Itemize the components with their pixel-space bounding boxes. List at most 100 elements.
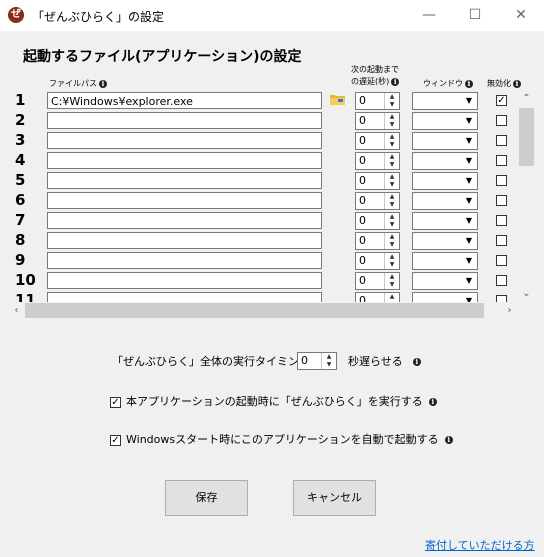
spin-down-icon[interactable]: ▼ <box>385 241 399 249</box>
chevron-down-icon[interactable]: ▼ <box>461 113 477 129</box>
info-icon[interactable]: i <box>391 77 400 86</box>
chevron-down-icon[interactable]: ▼ <box>461 133 477 149</box>
spinner-arrows[interactable]: ▲▼ <box>384 213 399 229</box>
spin-up-icon[interactable]: ▲ <box>385 253 399 261</box>
save-button[interactable]: 保存 <box>165 480 248 516</box>
window-mode-select[interactable]: ▼ <box>412 92 478 110</box>
delay-spinner[interactable]: 0 ▲▼ <box>355 132 400 150</box>
window-mode-select[interactable]: ▼ <box>412 132 478 150</box>
file-path-input[interactable] <box>47 272 322 289</box>
chevron-down-icon[interactable]: ▼ <box>461 213 477 229</box>
spin-down-icon[interactable]: ▼ <box>385 281 399 289</box>
spin-up-icon[interactable]: ▲ <box>385 213 399 221</box>
scroll-right-icon[interactable]: › <box>501 302 518 319</box>
disable-checkbox[interactable] <box>496 275 507 286</box>
disable-checkbox[interactable] <box>496 195 507 206</box>
horizontal-scrollbar[interactable]: ‹ › <box>8 302 518 319</box>
delay-value[interactable]: 0 <box>359 134 366 147</box>
file-path-input[interactable] <box>47 212 322 229</box>
spinner-arrows[interactable]: ▲▼ <box>384 193 399 209</box>
file-path-input[interactable] <box>47 252 322 269</box>
minimize-button[interactable]: — <box>406 0 452 31</box>
delay-value[interactable]: 0 <box>359 154 366 167</box>
spinner-arrows[interactable]: ▲▼ <box>384 273 399 289</box>
info-icon[interactable]: i <box>428 398 437 406</box>
spinner-arrows[interactable]: ▲▼ <box>321 353 336 369</box>
disable-checkbox[interactable] <box>496 295 507 302</box>
file-path-input[interactable] <box>47 172 322 189</box>
delay-value[interactable]: 0 <box>359 114 366 127</box>
file-path-input[interactable] <box>47 192 322 209</box>
chevron-down-icon[interactable]: ▼ <box>461 253 477 269</box>
info-icon[interactable]: i <box>99 79 107 88</box>
spinner-arrows[interactable]: ▲▼ <box>384 173 399 189</box>
scroll-down-icon[interactable]: ⌄ <box>518 285 535 302</box>
delay-value[interactable]: 0 <box>359 254 366 267</box>
timing-delay-value[interactable]: 0 <box>301 354 308 367</box>
file-path-input[interactable] <box>47 132 322 149</box>
delay-spinner[interactable]: 0 ▲▼ <box>355 272 400 290</box>
spinner-arrows[interactable]: ▲▼ <box>384 153 399 169</box>
spin-up-icon[interactable]: ▲ <box>385 133 399 141</box>
delay-spinner[interactable]: 0 ▲▼ <box>355 172 400 190</box>
delay-spinner[interactable]: 0 ▲▼ <box>355 152 400 170</box>
vertical-scroll-thumb[interactable] <box>519 108 534 166</box>
delay-spinner[interactable]: 0 ▲▼ <box>355 292 400 302</box>
info-icon[interactable]: i <box>444 436 453 444</box>
chevron-down-icon[interactable]: ▼ <box>461 193 477 209</box>
delay-value[interactable]: 0 <box>359 274 366 287</box>
delay-spinner[interactable]: 0 ▲▼ <box>355 192 400 210</box>
delay-value[interactable]: 0 <box>359 294 366 302</box>
scroll-up-icon[interactable]: ⌃ <box>518 90 535 107</box>
delay-value[interactable]: 0 <box>359 194 366 207</box>
spinner-arrows[interactable]: ▲▼ <box>384 293 399 302</box>
info-icon[interactable]: i <box>465 79 473 88</box>
auto-start-option[interactable]: ✓ Windowsスタート時にこのアプリケーションを自動で起動する i <box>110 431 453 447</box>
spinner-arrows[interactable]: ▲▼ <box>384 233 399 249</box>
delay-spinner[interactable]: 0 ▲▼ <box>355 252 400 270</box>
window-mode-select[interactable]: ▼ <box>412 292 478 302</box>
disable-checkbox[interactable] <box>496 255 507 266</box>
spin-up-icon[interactable]: ▲ <box>385 273 399 281</box>
file-path-input[interactable] <box>47 112 322 129</box>
delay-spinner[interactable]: 0 ▲▼ <box>355 112 400 130</box>
spin-down-icon[interactable]: ▼ <box>385 201 399 209</box>
file-path-input[interactable] <box>47 292 322 302</box>
disable-checkbox[interactable] <box>496 155 507 166</box>
spin-down-icon[interactable]: ▼ <box>385 141 399 149</box>
spin-up-icon[interactable]: ▲ <box>385 153 399 161</box>
chevron-down-icon[interactable]: ▼ <box>461 93 477 109</box>
run-on-start-checkbox[interactable]: ✓ <box>110 396 121 408</box>
disable-checkbox[interactable] <box>496 135 507 146</box>
scroll-left-icon[interactable]: ‹ <box>8 302 25 319</box>
spinner-arrows[interactable]: ▲▼ <box>384 113 399 129</box>
info-icon[interactable]: i <box>513 79 521 88</box>
delay-value[interactable]: 0 <box>359 174 366 187</box>
chevron-down-icon[interactable]: ▼ <box>461 173 477 189</box>
spin-down-icon[interactable]: ▼ <box>322 361 336 369</box>
spin-up-icon[interactable]: ▲ <box>322 353 336 361</box>
spin-up-icon[interactable]: ▲ <box>385 173 399 181</box>
spinner-arrows[interactable]: ▲▼ <box>384 133 399 149</box>
window-mode-select[interactable]: ▼ <box>412 212 478 230</box>
cancel-button[interactable]: キャンセル <box>293 480 376 516</box>
delay-value[interactable]: 0 <box>359 214 366 227</box>
delay-value[interactable]: 0 <box>359 234 366 247</box>
spin-down-icon[interactable]: ▼ <box>385 121 399 129</box>
window-mode-select[interactable]: ▼ <box>412 232 478 250</box>
delay-value[interactable]: 0 <box>359 94 366 107</box>
spin-down-icon[interactable]: ▼ <box>385 261 399 269</box>
window-mode-select[interactable]: ▼ <box>412 192 478 210</box>
file-path-input[interactable]: C:¥Windows¥explorer.exe <box>47 92 322 109</box>
delay-spinner[interactable]: 0 ▲▼ <box>355 92 400 110</box>
spinner-arrows[interactable]: ▲▼ <box>384 253 399 269</box>
timing-delay-spinner[interactable]: 0 ▲ ▼ <box>297 352 337 370</box>
file-path-input[interactable] <box>47 232 322 249</box>
donate-link[interactable]: 寄付していただける方 <box>425 537 535 553</box>
folder-icon[interactable] <box>330 94 345 105</box>
spin-up-icon[interactable]: ▲ <box>385 93 399 101</box>
file-path-input[interactable] <box>47 152 322 169</box>
delay-spinner[interactable]: 0 ▲▼ <box>355 232 400 250</box>
chevron-down-icon[interactable]: ▼ <box>461 273 477 289</box>
vertical-scrollbar[interactable]: ⌃ ⌄ <box>518 90 535 302</box>
